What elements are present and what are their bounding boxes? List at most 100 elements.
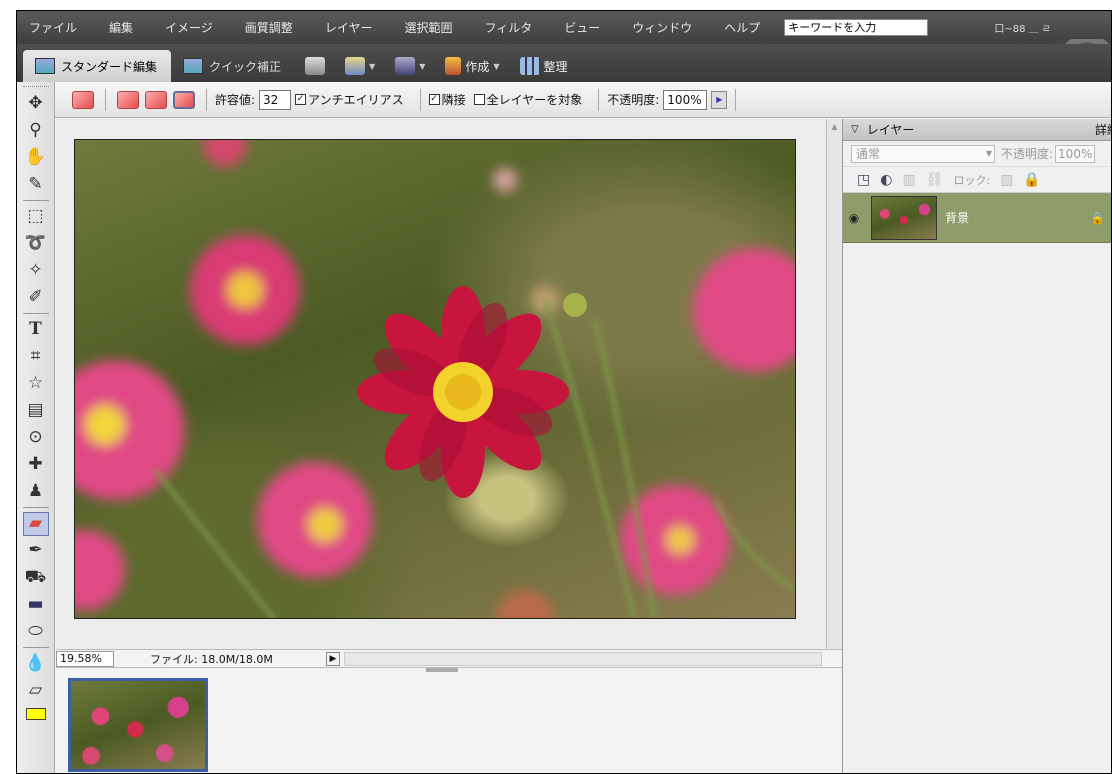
project-bin bbox=[56, 667, 842, 773]
zoom-tool-icon[interactable]: ⚲ bbox=[23, 119, 49, 143]
menu-enhance[interactable]: 画質調整 bbox=[233, 19, 313, 36]
menu-view[interactable]: ビュー bbox=[552, 19, 620, 36]
lock-label: ロック: bbox=[953, 173, 991, 187]
contiguous-label: 隣接 bbox=[441, 93, 466, 107]
straighten-tool-icon[interactable]: ▤ bbox=[23, 399, 49, 423]
email-button[interactable]: ▼ bbox=[385, 50, 435, 82]
toolbox: ✥ ⚲ ✋ ✎ ⬚ ➰ ✧ ✐ T ⌗ ☆ ▤ ⊙ ✚ ♟ ▰ ✒ ⛟ ▬ ⬭ … bbox=[17, 82, 55, 773]
shape-tool-icon[interactable]: ⬭ bbox=[23, 620, 49, 644]
type-tool-icon[interactable]: T bbox=[23, 318, 49, 342]
menu-select[interactable]: 選択範囲 bbox=[392, 19, 472, 36]
divider bbox=[22, 200, 49, 201]
layer-row[interactable]: ◉ 背景 🔒 bbox=[843, 193, 1111, 243]
share-button[interactable]: ▼ bbox=[335, 50, 385, 82]
cookie-cutter-tool-icon[interactable]: ☆ bbox=[23, 372, 49, 396]
file-size-info: ファイル: 18.0M/18.0M bbox=[150, 652, 273, 666]
hand-tool-icon[interactable]: ✋ bbox=[23, 146, 49, 170]
window-controls[interactable]: 口~88 ＿ ㄹ bbox=[994, 20, 1051, 35]
red-eye-tool-icon[interactable]: ⊙ bbox=[23, 426, 49, 450]
paint-bucket-tool-icon[interactable]: ⛟ bbox=[23, 566, 49, 590]
menu-help[interactable]: ヘルプ bbox=[712, 19, 780, 36]
lasso-tool-icon[interactable]: ➰ bbox=[23, 232, 49, 256]
chevron-down-icon: ▼ bbox=[419, 61, 426, 71]
print-button[interactable] bbox=[295, 50, 335, 82]
tolerance-input[interactable]: 32 bbox=[259, 89, 292, 110]
blur-tool-icon[interactable]: 💧 bbox=[23, 652, 49, 676]
layer-thumbnail bbox=[871, 195, 937, 240]
quick-fix-icon bbox=[183, 58, 204, 74]
divider bbox=[598, 88, 600, 111]
brush-tool-icon[interactable]: ✒ bbox=[23, 539, 49, 563]
move-tool-icon[interactable]: ✥ bbox=[23, 92, 49, 116]
status-menu-button[interactable]: ▶ bbox=[326, 651, 340, 666]
delete-layer-icon[interactable]: ▥ bbox=[902, 172, 915, 188]
menu-file[interactable]: ファイル bbox=[17, 19, 97, 36]
link-layers-icon[interactable]: ⛓ bbox=[926, 172, 944, 188]
document-canvas-area: ▲ bbox=[56, 119, 842, 649]
magic-eraser-icon[interactable] bbox=[173, 90, 195, 109]
opacity-label: 不透明度: bbox=[607, 93, 660, 107]
divider bbox=[419, 88, 421, 111]
marquee-tool-icon[interactable]: ⬚ bbox=[23, 205, 49, 229]
organize-grid-icon bbox=[519, 57, 540, 75]
gradient-tool-icon[interactable]: ▬ bbox=[23, 593, 49, 617]
contiguous-checkbox[interactable]: ✓ 隣接 bbox=[428, 91, 466, 108]
tool-options-bar: 許容値: 32 ✓ アンチエイリアス ✓ 隣接 全レイヤーを対象 不透明度: 1… bbox=[17, 82, 1111, 118]
selection-brush-tool-icon[interactable]: ✐ bbox=[23, 286, 49, 310]
magic-wand-tool-icon[interactable]: ✧ bbox=[23, 259, 49, 283]
lock-transparency-icon[interactable]: ▨ bbox=[1000, 172, 1013, 188]
lock-all-icon[interactable]: 🔒 bbox=[1023, 172, 1040, 188]
bin-resize-grip[interactable] bbox=[426, 668, 458, 672]
tool-preset-icon[interactable] bbox=[72, 90, 94, 109]
tolerance-label: 許容値: bbox=[215, 93, 256, 107]
all-layers-checkbox[interactable]: 全レイヤーを対象 bbox=[473, 91, 582, 108]
eraser-icon[interactable] bbox=[117, 90, 139, 109]
eraser-tool-icon[interactable]: ▰ bbox=[22, 511, 49, 536]
organize-button[interactable]: 整理 bbox=[510, 50, 578, 82]
foreground-color-swatch[interactable] bbox=[25, 708, 46, 720]
tab-quick-fix[interactable]: クイック補正 bbox=[171, 50, 295, 82]
sponge-tool-icon[interactable]: ▱ bbox=[23, 679, 49, 703]
menu-image[interactable]: イメージ bbox=[153, 19, 233, 36]
horizontal-scrollbar[interactable] bbox=[344, 651, 822, 666]
layer-opacity-input[interactable]: 100% bbox=[1055, 144, 1096, 163]
opacity-slider-button[interactable]: ▶ bbox=[711, 90, 728, 109]
background-eraser-icon[interactable] bbox=[145, 90, 167, 109]
menu-edit[interactable]: 編集 bbox=[97, 19, 153, 36]
toolbox-grip[interactable] bbox=[22, 86, 49, 88]
blend-mode-select[interactable]: 通常 ▼ bbox=[851, 144, 995, 163]
antialias-checkbox[interactable]: ✓ アンチエイリアス bbox=[295, 91, 404, 108]
keyword-search-input[interactable]: キーワードを入力 bbox=[784, 19, 929, 36]
new-layer-icon[interactable]: ◳ bbox=[857, 172, 870, 188]
clone-stamp-tool-icon[interactable]: ♟ bbox=[23, 480, 49, 504]
create-button[interactable]: 作成 ▼ bbox=[435, 50, 509, 82]
unchecked-box-icon bbox=[473, 94, 485, 105]
chevron-down-icon: ▼ bbox=[369, 61, 376, 71]
menu-bar: ファイル 編集 イメージ 画質調整 レイヤー 選択範囲 フィルタ ビュー ウィン… bbox=[17, 11, 1111, 44]
photo-canvas[interactable] bbox=[74, 139, 796, 619]
share-icon bbox=[345, 57, 366, 75]
vertical-scrollbar[interactable]: ▲ bbox=[826, 119, 842, 649]
menu-window[interactable]: ウィンドウ bbox=[620, 19, 712, 36]
menu-layer[interactable]: レイヤー bbox=[313, 19, 393, 36]
healing-brush-tool-icon[interactable]: ✚ bbox=[23, 453, 49, 477]
menu-filter[interactable]: フィルタ bbox=[472, 19, 552, 36]
layer-actions-row: ◳ ◐ ▥ ⛓ ロック: ▨ 🔒 bbox=[843, 167, 1111, 193]
collapse-triangle-icon[interactable]: ▽ bbox=[851, 124, 859, 135]
crop-tool-icon[interactable]: ⌗ bbox=[23, 345, 49, 369]
adjustment-layer-icon[interactable]: ◐ bbox=[880, 172, 892, 188]
project-bin-thumbnail[interactable] bbox=[68, 678, 208, 772]
zoom-level-field[interactable]: 19.58% bbox=[56, 650, 114, 667]
create-label: 作成 bbox=[465, 59, 490, 74]
mode-tab-bar: スタンダード編集 クイック補正 ▼ ▼ 作成 ▼ 整理 bbox=[17, 44, 1111, 82]
tab-standard-edit[interactable]: スタンダード編集 bbox=[23, 50, 172, 82]
blend-options-row: 通常 ▼ 不透明度: 100% bbox=[843, 141, 1111, 167]
standard-edit-icon bbox=[35, 58, 55, 74]
eyedropper-tool-icon[interactable]: ✎ bbox=[23, 173, 49, 197]
layers-panel-header[interactable]: ▽ レイヤー 詳細 bbox=[843, 119, 1111, 141]
scroll-up-icon[interactable]: ▲ bbox=[827, 119, 842, 135]
checkmark-icon: ✓ bbox=[428, 94, 440, 105]
opacity-input[interactable]: 100% bbox=[663, 89, 708, 110]
eye-visibility-icon[interactable]: ◉ bbox=[843, 211, 865, 225]
more-options-button[interactable]: 詳細 bbox=[1095, 121, 1111, 138]
